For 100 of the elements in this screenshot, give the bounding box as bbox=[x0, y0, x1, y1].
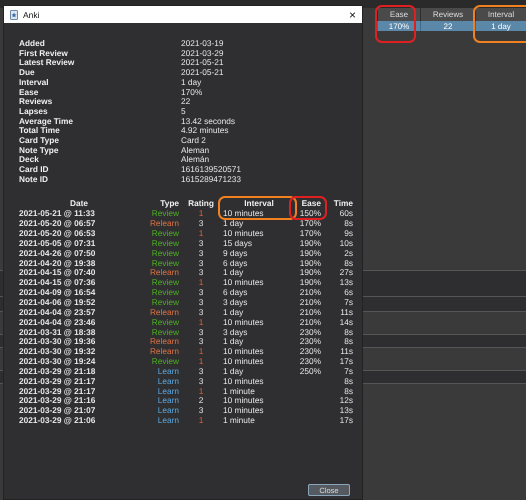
rating-cell: 2 bbox=[198, 396, 204, 406]
window-title: Anki bbox=[23, 10, 41, 20]
info-value: 13.42 seconds bbox=[181, 116, 236, 126]
rating-cell: 1 bbox=[198, 278, 204, 288]
type-cell: Review bbox=[152, 248, 179, 259]
time-cell: 17s bbox=[340, 357, 353, 367]
date-cell: 2021-03-30 @ 19:36 bbox=[19, 337, 96, 348]
time-cell: 27s bbox=[340, 268, 353, 278]
ease-cell: 170% bbox=[300, 229, 321, 239]
type-cell: Relearn bbox=[150, 268, 179, 278]
close-button[interactable]: × bbox=[348, 8, 356, 20]
interval-cell: 1 day bbox=[223, 337, 244, 348]
interval-cell: 6 days bbox=[223, 288, 248, 298]
date-cell: 2021-03-30 @ 19:24 bbox=[19, 357, 96, 367]
info-value: 4.92 minutes bbox=[181, 126, 230, 136]
info-label: Card Type bbox=[19, 136, 60, 146]
ease-cell: 210% bbox=[300, 298, 321, 308]
time-cell: 9s bbox=[344, 229, 353, 239]
table-cell: 1 day bbox=[475, 21, 526, 31]
info-label: First Review bbox=[19, 48, 69, 58]
rating-cell: 3 bbox=[198, 308, 204, 318]
ease-cell: 210% bbox=[300, 308, 321, 318]
interval-cell: 10 minutes bbox=[223, 406, 264, 416]
type-cell: Relearn bbox=[150, 337, 179, 348]
time-cell: 10s bbox=[340, 238, 353, 249]
time-cell: 8s bbox=[344, 258, 353, 268]
date-cell: 2021-04-15 @ 07:40 bbox=[19, 268, 96, 278]
column-header: Rating bbox=[188, 198, 214, 210]
info-label: Ease bbox=[19, 88, 40, 98]
rating-cell: 3 bbox=[198, 288, 204, 298]
date-cell: 2021-05-20 @ 06:53 bbox=[19, 229, 96, 239]
date-cell: 2021-04-06 @ 19:52 bbox=[19, 298, 96, 308]
rating-cell: 1 bbox=[198, 386, 204, 396]
column-header[interactable]: Interval bbox=[475, 8, 526, 21]
interval-cell: 9 days bbox=[223, 248, 248, 259]
ease-cell: 190% bbox=[300, 268, 321, 278]
interval-cell: 10 minutes bbox=[223, 318, 264, 328]
date-cell: 2021-03-31 @ 18:38 bbox=[19, 328, 96, 338]
date-cell: 2021-04-04 @ 23:57 bbox=[19, 308, 96, 318]
type-cell: Learn bbox=[158, 406, 179, 416]
rating-cell: 1 bbox=[198, 347, 204, 358]
interval-cell: 1 minute bbox=[223, 416, 255, 426]
date-cell: 2021-03-29 @ 21:17 bbox=[19, 386, 96, 396]
interval-cell: 10 minutes bbox=[223, 396, 264, 406]
interval-cell: 10 minutes bbox=[223, 229, 264, 239]
interval-cell: 1 day bbox=[223, 219, 244, 230]
ease-cell: 190% bbox=[300, 258, 321, 268]
info-label: Reviews bbox=[19, 97, 54, 107]
info-value: 22 bbox=[181, 97, 192, 107]
info-label: Note ID bbox=[19, 174, 50, 185]
interval-cell: 10 minutes bbox=[223, 278, 264, 288]
rating-cell: 3 bbox=[198, 248, 204, 259]
time-cell: 2s bbox=[344, 248, 353, 259]
info-value: 2021-05-21 bbox=[181, 58, 224, 68]
rating-cell: 3 bbox=[198, 366, 204, 377]
info-value: 1616139520571 bbox=[181, 165, 242, 175]
rating-cell: 3 bbox=[198, 258, 204, 268]
info-value: 5 bbox=[181, 106, 187, 117]
time-cell: 13s bbox=[340, 278, 353, 288]
date-cell: 2021-03-30 @ 19:32 bbox=[19, 347, 96, 358]
date-cell: 2021-03-29 @ 21:06 bbox=[19, 416, 96, 426]
app-icon bbox=[10, 10, 18, 20]
date-cell: 2021-04-09 @ 16:54 bbox=[19, 288, 96, 298]
date-cell: 2021-05-21 @ 11:33 bbox=[19, 209, 95, 220]
type-cell: Relearn bbox=[150, 308, 179, 318]
info-label: Latest Review bbox=[19, 58, 76, 68]
rating-cell: 1 bbox=[198, 357, 204, 367]
ease-cell: 190% bbox=[300, 238, 321, 249]
time-cell: 17s bbox=[340, 416, 353, 426]
date-cell: 2021-03-29 @ 21:17 bbox=[19, 376, 96, 387]
rating-cell: 3 bbox=[198, 337, 204, 348]
column-header[interactable]: Reviews bbox=[420, 8, 475, 21]
type-cell: Review bbox=[152, 258, 179, 268]
interval-cell: 3 days bbox=[223, 298, 248, 308]
type-cell: Review bbox=[152, 229, 179, 239]
rating-cell: 3 bbox=[198, 406, 204, 416]
info-label: Average Time bbox=[19, 116, 74, 126]
time-cell: 11s bbox=[340, 308, 353, 318]
column-header[interactable]: Ease bbox=[377, 8, 420, 21]
time-cell: 8s bbox=[344, 386, 353, 396]
info-label: Note Type bbox=[19, 146, 58, 156]
date-cell: 2021-04-15 @ 07:36 bbox=[19, 278, 96, 288]
type-cell: Learn bbox=[158, 376, 179, 387]
interval-cell: 1 day bbox=[223, 366, 244, 377]
interval-cell: 6 days bbox=[223, 258, 248, 268]
table-cell: 22 bbox=[420, 21, 475, 31]
info-value: Card 2 bbox=[181, 136, 207, 146]
date-cell: 2021-05-20 @ 06:57 bbox=[19, 219, 96, 230]
rating-cell: 3 bbox=[198, 268, 204, 278]
rating-cell: 1 bbox=[198, 209, 204, 220]
interval-cell: 10 minutes bbox=[223, 347, 264, 358]
info-value: 2021-03-29 bbox=[181, 48, 224, 58]
ease-cell: 250% bbox=[300, 366, 321, 377]
ease-cell: 230% bbox=[300, 347, 321, 358]
interval-cell: 1 day bbox=[223, 308, 244, 318]
rating-cell: 3 bbox=[198, 376, 204, 387]
ease-cell: 230% bbox=[300, 328, 321, 338]
time-cell: 13s bbox=[340, 406, 353, 416]
info-value: 170% bbox=[181, 88, 204, 98]
info-label: Total Time bbox=[19, 126, 61, 136]
